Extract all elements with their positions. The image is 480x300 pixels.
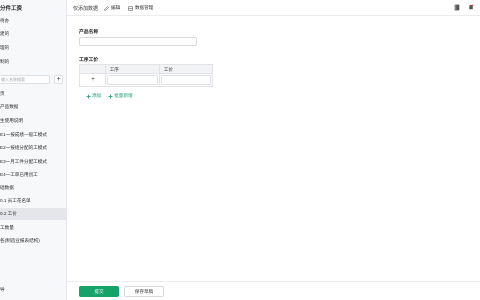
sidebar-item-base-data[interactable]: 础数据 — [0, 182, 66, 194]
price-cell — [160, 74, 212, 86]
plus-icon — [86, 94, 91, 98]
sidebar-item-e4[interactable]: E4一工单已用创工 — [0, 169, 66, 181]
sidebar-item-created[interactable]: 建的 — [0, 28, 66, 40]
sidebar-item-e2[interactable]: E2一按组分配的工模式 — [0, 142, 66, 154]
sidebar-title: 分件工资 — [0, 6, 23, 12]
sidebar-item-usage[interactable]: 生使用说明 — [0, 115, 66, 127]
edit-button[interactable]: 编辑 — [104, 5, 120, 11]
table-row: + — [80, 74, 212, 86]
sidebar-search-input[interactable]: 输入名称搜索 — [0, 75, 50, 84]
table-actions: 添加 批量新增 — [86, 93, 133, 99]
edit-button-label: 编辑 — [111, 5, 121, 10]
notification-icon[interactable] — [468, 4, 474, 11]
add-button-label: 添加 — [92, 93, 102, 98]
page-title: 仅添加数据 — [73, 6, 99, 12]
sidebar-item-home[interactable]: 页 — [0, 88, 66, 100]
batch-add-button-label: 批量新增 — [114, 93, 133, 98]
table-header: 工序 工价 — [80, 65, 212, 74]
table-header-process: 工序 — [106, 65, 160, 73]
process-input[interactable] — [106, 75, 158, 85]
table-icon — [128, 6, 133, 10]
batch-add-button[interactable]: 批量新增 — [108, 93, 133, 99]
data-manage-button[interactable]: 数据管理 — [128, 5, 153, 11]
sidebar-item-wage-price[interactable]: 0.2 工价 — [0, 208, 66, 220]
sidebar-item-cc[interactable]: 制的 — [0, 56, 66, 68]
sidebar-item-report[interactable]: 各(制造业报表结构) — [0, 235, 66, 247]
add-button[interactable]: 添加 — [86, 93, 101, 99]
product-name-label: 产品名称 — [79, 30, 99, 35]
pencil-icon — [104, 5, 109, 11]
price-input[interactable] — [160, 75, 212, 85]
table-header-price: 工价 — [163, 67, 173, 72]
sidebar-item-e3[interactable]: E3一月工件分配工模式 — [0, 156, 66, 168]
sidebar-add-button[interactable]: + — [54, 75, 63, 84]
table-row-index: + — [80, 74, 106, 86]
sidebar-item-product-data[interactable]: 产品数据 — [0, 101, 66, 113]
sidebar-item-e1[interactable]: E1一按成绩一般工模式 — [0, 129, 66, 141]
sidebar-item-todo[interactable]: 待办 — [0, 15, 66, 27]
table-header-index — [80, 65, 106, 73]
process-cell — [106, 74, 160, 86]
sidebar-footer-link[interactable]: 导 — [0, 287, 5, 293]
submit-button[interactable]: 提交 — [79, 286, 119, 297]
book-icon[interactable] — [454, 4, 460, 11]
top-bar: 仅添加数据 编辑 数据管理 — [67, 0, 480, 16]
process-price-label: 工序工价 — [79, 58, 99, 63]
product-name-input[interactable] — [79, 37, 197, 46]
process-price-table: 工序 工价 + — [79, 64, 213, 87]
sidebar-item-roster[interactable]: 0.1 员工花名单 — [0, 195, 66, 207]
data-manage-label: 数据管理 — [135, 5, 154, 10]
plus-icon — [108, 94, 113, 98]
sidebar-item-quantity[interactable]: 工数量 — [0, 222, 66, 234]
add-row-button[interactable]: + — [89, 76, 97, 84]
sidebar: 分件工资 待办 建的 理的 制的 输入名称搜索 + 页 产品数据 生使用说明 E… — [0, 0, 67, 300]
save-draft-button[interactable]: 保存草稿 — [124, 286, 164, 297]
sidebar-item-handled[interactable]: 理的 — [0, 42, 66, 54]
